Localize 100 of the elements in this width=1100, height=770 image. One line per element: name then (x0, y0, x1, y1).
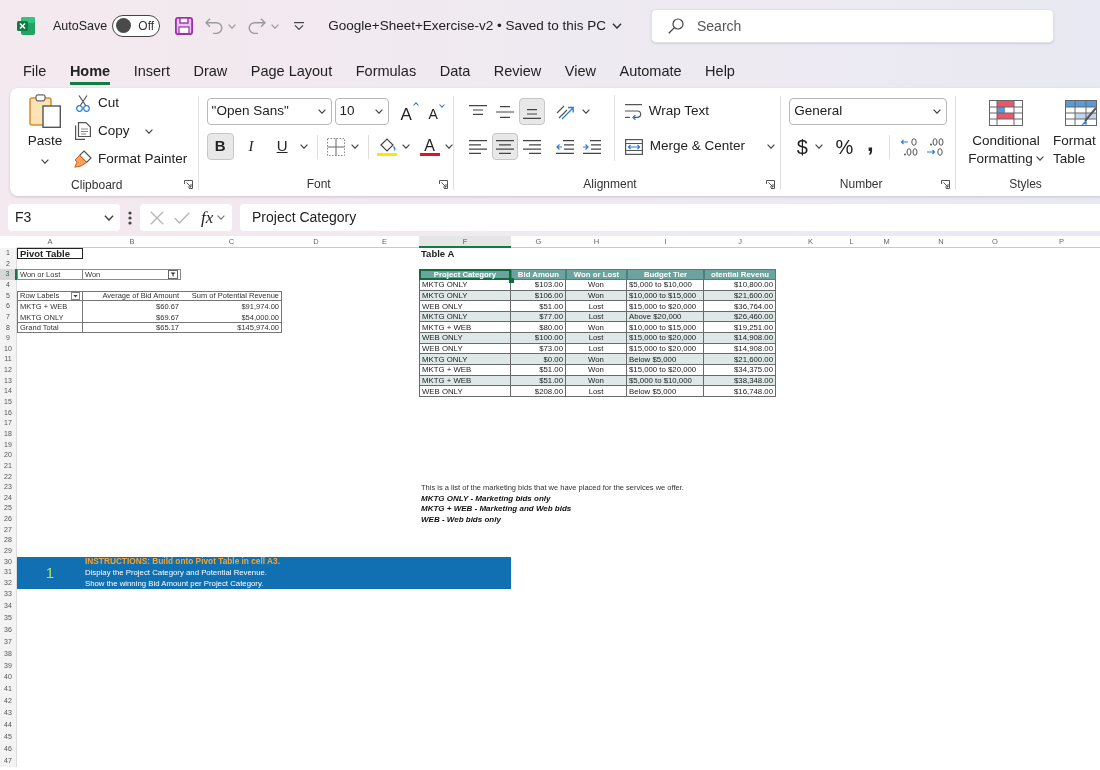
menu-tab[interactable]: Review (493, 61, 542, 85)
checkmark-icon[interactable] (174, 211, 190, 224)
caret-icon[interactable] (401, 144, 410, 149)
customize-caret-icon[interactable] (294, 22, 305, 30)
wrap-text-button[interactable]: Wrap Text (623, 98, 710, 125)
group-label: Clipboard (70, 176, 124, 194)
instruction-heading: INSTRUCTIONS: Build onto Pivot Table in cell A3. (83, 556, 511, 568)
autosave-toggle[interactable]: Off (112, 15, 161, 37)
conditional-formatting-icon (989, 100, 1023, 126)
dialog-launcher-icon[interactable] (438, 179, 448, 189)
name-box[interactable]: F3 (8, 204, 120, 231)
note-text: WEB - Web bids only (420, 514, 502, 525)
italic-button[interactable]: I (237, 133, 265, 160)
copy-button[interactable]: Copy (73, 118, 131, 144)
menu-tab[interactable]: Data (439, 61, 471, 85)
group-label: Alignment (582, 176, 638, 193)
cut-button[interactable]: Cut (73, 90, 120, 116)
align-center-icon (495, 139, 514, 154)
fill-handle-icon[interactable] (509, 277, 514, 283)
chevron-down-icon[interactable] (374, 109, 383, 114)
percent-button[interactable]: % (831, 133, 858, 160)
underline-button[interactable]: U (268, 133, 296, 160)
group-label: Styles (1008, 176, 1043, 193)
increase-decimal-icon (900, 137, 919, 156)
document-title-button[interactable]: Google+Sheet+Exercise-v2 • Saved to this PC (328, 15, 623, 37)
decrease-decimal-icon (926, 137, 945, 156)
step-number: 1 (17, 556, 83, 589)
chevron-down-icon[interactable] (612, 23, 623, 29)
menu-tab[interactable]: Automate (619, 61, 682, 85)
bold-button[interactable]: B (206, 133, 234, 160)
decrease-font-size-button[interactable]: A (424, 98, 449, 125)
format-as-table-button[interactable]: Format Table (1052, 96, 1100, 172)
caret-icon[interactable] (444, 144, 453, 149)
number-format-dropdown[interactable]: General (789, 98, 948, 125)
menu-tab[interactable]: Home (69, 61, 111, 85)
copy-icon (75, 122, 91, 140)
menu-tab[interactable]: View (564, 61, 596, 85)
caret-icon[interactable] (299, 144, 308, 149)
caret-icon[interactable] (144, 128, 153, 134)
align-right-icon (522, 139, 541, 154)
spreadsheet-logo-icon (17, 17, 35, 35)
decrease-indent-icon (555, 139, 574, 154)
scissors-icon (76, 94, 90, 112)
caret-down-icon (438, 104, 445, 108)
menu-tab[interactable]: Insert (133, 61, 170, 85)
caret-icon[interactable] (815, 144, 824, 149)
caret-icon[interactable] (767, 144, 775, 149)
dialog-launcher-icon[interactable] (941, 179, 950, 189)
borders-icon (326, 137, 345, 156)
menu-tab[interactable]: Draw (193, 61, 228, 85)
paint-bucket-icon (376, 137, 397, 156)
pivot-title: Pivot Table (17, 248, 83, 259)
merge-cells-icon (624, 138, 643, 155)
dialog-launcher-icon[interactable] (766, 179, 776, 189)
format-painter-button[interactable]: Format Painter (73, 146, 189, 172)
more-icon[interactable] (128, 210, 132, 225)
wrap-text-icon (624, 103, 642, 120)
chevron-down-icon[interactable] (933, 109, 942, 114)
save-icon[interactable] (175, 17, 194, 35)
group-label: Font (305, 176, 332, 193)
caret-icon[interactable] (1035, 155, 1044, 161)
dialog-launcher-icon[interactable] (183, 180, 193, 189)
font-name-dropdown[interactable]: "Open Sans" (206, 98, 332, 125)
align-middle-icon (495, 104, 514, 119)
formula-field[interactable]: Project Category (240, 204, 1100, 231)
align-bottom-button[interactable] (518, 98, 545, 125)
autosave-label: AutoSave (53, 17, 108, 35)
caret-icon[interactable] (350, 144, 359, 149)
chevron-down-icon[interactable] (317, 109, 326, 114)
clipboard-icon (29, 94, 61, 128)
note-text: MKTG + WEB - Marketing and Web bids (420, 503, 573, 514)
chevron-down-icon[interactable] (104, 214, 114, 221)
caret-icon[interactable] (41, 159, 49, 165)
increase-font-size-button[interactable]: A (396, 98, 423, 125)
align-left-icon (468, 139, 487, 154)
font-size-dropdown[interactable]: 10 (334, 98, 389, 125)
search-icon (668, 18, 684, 34)
align-center-button[interactable] (491, 133, 518, 160)
merge-center-button[interactable]: Merge & Center (623, 133, 746, 160)
paste-button[interactable]: Paste (26, 93, 64, 153)
dropdown-arrow-icon[interactable] (71, 291, 80, 300)
search-field[interactable]: Search (651, 9, 1054, 43)
note-text: MKTG ONLY - Marketing bids only (420, 492, 552, 504)
caret-icon[interactable] (581, 109, 590, 114)
table-brush-icon (1065, 100, 1097, 126)
table-title: Table A (420, 248, 456, 259)
conditional-formatting-button[interactable]: Conditional Formatting (964, 96, 1048, 172)
group-label: Number (838, 176, 884, 193)
currency-button[interactable]: $ (789, 133, 816, 160)
menu-tab[interactable]: Formulas (355, 61, 417, 85)
paintbrush-icon (74, 150, 92, 168)
menu-tab[interactable]: Help (705, 61, 735, 85)
caret-up-icon (412, 102, 419, 106)
font-color-button[interactable]: A (417, 133, 442, 160)
diagonal-arrow-icon (555, 103, 574, 120)
comma-style-button[interactable]: , (857, 133, 884, 160)
increase-indent-icon (582, 139, 601, 154)
filter-dropdown-icon[interactable] (168, 270, 178, 280)
menu-tab[interactable]: File (23, 61, 47, 85)
menu-tab[interactable]: Page Layout (250, 61, 333, 85)
